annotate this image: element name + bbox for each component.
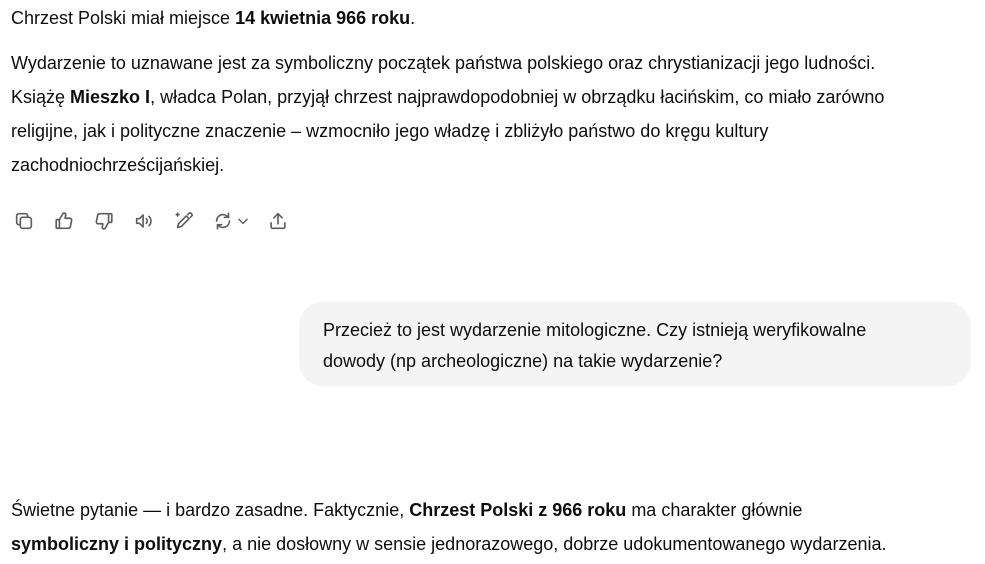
read-aloud-button[interactable] (130, 207, 158, 235)
ruler-name-bold: Mieszko I (70, 87, 151, 107)
chevron-down-icon (238, 218, 248, 225)
event-bold: Chrzest Polski z 966 roku (409, 500, 627, 520)
message-actions-bar (10, 206, 304, 236)
thumbs-down-icon (95, 212, 113, 230)
share-button[interactable] (264, 207, 292, 235)
thumbs-up-icon (55, 212, 73, 230)
edit-in-canvas-button[interactable] (170, 207, 198, 235)
user-message-bubble: Przecież to jest wydarzenie mitologiczne… (299, 302, 971, 386)
bad-response-button[interactable] (90, 207, 118, 235)
date-bold: 14 kwietnia 966 roku (235, 8, 411, 28)
share-icon (270, 212, 286, 230)
character-bold: symboliczny i polityczny (11, 534, 223, 554)
good-response-button[interactable] (50, 207, 78, 235)
copy-icon (15, 212, 33, 230)
edit-icon (175, 212, 193, 229)
assistant-message-paragraph-2: Wydarzenie to uznawane jest za symbolicz… (11, 53, 885, 175)
regenerate-icon (215, 212, 231, 230)
read-aloud-icon (135, 214, 152, 228)
assistant-message-paragraph-3: Świetne pytanie — i bardzo zasadne. Fakt… (11, 500, 887, 554)
copy-button[interactable] (10, 207, 38, 235)
regenerate-button[interactable] (210, 207, 252, 235)
assistant-message-paragraph-1: Chrzest Polski miał miejsce 14 kwietnia … (11, 8, 416, 28)
